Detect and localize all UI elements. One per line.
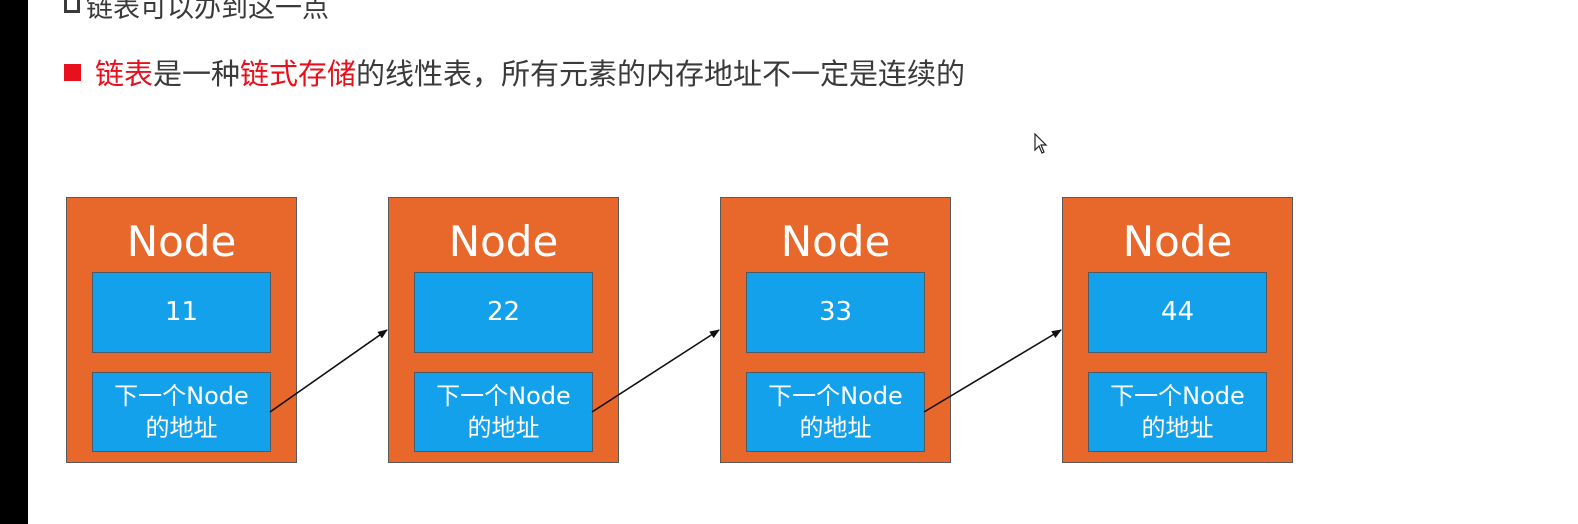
arrow-node3-to-node4 (923, 329, 1062, 413)
arrow-node1-to-node2 (269, 329, 388, 413)
arrow-node2-to-node3 (591, 329, 720, 413)
pointer-arrows (269, 329, 1062, 413)
